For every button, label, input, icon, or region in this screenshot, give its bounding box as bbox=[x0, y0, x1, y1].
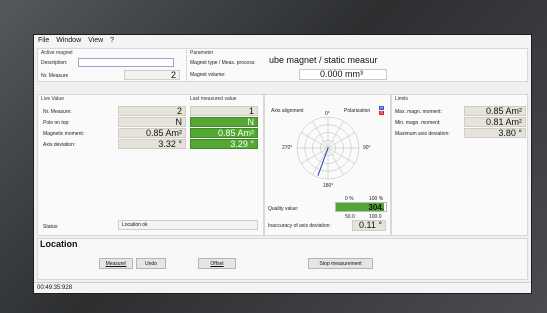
max-axis-dev-value: 3.80 ° bbox=[464, 128, 526, 138]
quality-label: Quality value: bbox=[268, 206, 299, 212]
deg-180-label: 180° bbox=[323, 183, 334, 189]
deg-270-label: 270° bbox=[282, 145, 293, 151]
axis-needle bbox=[317, 147, 329, 176]
live-axis-dev-value: 3.32 ° bbox=[118, 139, 186, 149]
polar-spoke bbox=[312, 147, 329, 175]
menu-file[interactable]: File bbox=[38, 35, 49, 47]
live-value-title: Live Value bbox=[41, 96, 64, 102]
polar-spoke bbox=[327, 147, 344, 175]
last-pole-value: N bbox=[190, 117, 258, 127]
limits-panel: Limits Max. magn. moment: 0.85 Am² Min. … bbox=[391, 94, 528, 236]
status-bar: 00:49:35:928 bbox=[34, 282, 531, 293]
deg-90-label: 90° bbox=[363, 145, 371, 151]
last-measured-title: Last measured value bbox=[190, 96, 237, 102]
max-moment-label: Max. magn. moment: bbox=[395, 109, 442, 115]
live-moment-label: Magnetic moment: bbox=[43, 131, 85, 137]
max-axis-dev-label: Maximum axis deviation: bbox=[395, 131, 450, 137]
parameter-panel: Parameter Magnet type / Meas. process: u… bbox=[186, 48, 528, 82]
magnet-volume-value: 0.000 mm³ bbox=[299, 69, 387, 80]
undo-button[interactable]: Undo bbox=[136, 258, 166, 269]
active-magnet-panel: Active magnet Description: Nr. Measure 2 bbox=[37, 48, 187, 82]
polar-spoke bbox=[301, 147, 329, 164]
axis-alignment-label: Axis alignment bbox=[271, 108, 304, 114]
stop-measurement-button[interactable]: Stop measurement bbox=[308, 258, 373, 269]
polar-spoke bbox=[327, 147, 355, 164]
live-pole-label: Pole on top: bbox=[43, 120, 70, 126]
polarization-label: Polarization bbox=[344, 108, 371, 114]
description-label: Description: bbox=[41, 60, 68, 66]
min-moment-label: Min. magn. moment: bbox=[395, 120, 441, 126]
nr-measure-value: 2 bbox=[124, 70, 180, 80]
last-nr-measure-value: 1 bbox=[190, 106, 258, 116]
inaccuracy-label: Inaccuracy of axis deviation: bbox=[268, 223, 331, 229]
magnet-volume-label: Magnet volume: bbox=[190, 72, 226, 78]
nr-measure-label: Nr. Measure bbox=[41, 73, 69, 79]
axis-polar-plot bbox=[296, 116, 360, 180]
status-label: Status: bbox=[43, 224, 59, 230]
inaccuracy-value: 0.11 ° bbox=[352, 220, 386, 231]
magnet-type-value: ube magnet / static measur bbox=[269, 56, 378, 65]
deg-0-label: 0° bbox=[325, 111, 330, 117]
parameter-title: Parameter bbox=[190, 50, 214, 56]
location-title: Location bbox=[40, 239, 78, 249]
axis-panel: Axis alignment Polarization N S 0° 90° 1… bbox=[264, 94, 391, 236]
polar-spoke bbox=[301, 132, 329, 149]
live-pole-value: N bbox=[118, 117, 186, 127]
magnet-type-label: Magnet type / Meas. process: bbox=[190, 60, 256, 66]
status-value: Location ok bbox=[118, 220, 258, 230]
footer-time: 00:49:35:928 bbox=[37, 285, 73, 291]
description-input[interactable] bbox=[78, 58, 174, 67]
location-panel: Location Measure! Undo Offset Stop measu… bbox=[37, 238, 528, 280]
live-value-panel: Live Value Last measured value Nr. Measu… bbox=[37, 94, 264, 236]
quality-bar: 304. bbox=[335, 202, 387, 212]
measure-button[interactable]: Measure! bbox=[99, 258, 133, 269]
active-magnet-title: Active magnet bbox=[41, 50, 73, 56]
limits-title: Limits bbox=[395, 96, 409, 102]
polar-spoke bbox=[312, 121, 329, 149]
last-axis-dev-value: 3.29 ° bbox=[190, 139, 258, 149]
live-axis-dev-label: Axis deviation: bbox=[43, 142, 76, 148]
app-window: File Window View ? Active magnet Descrip… bbox=[33, 34, 532, 294]
live-nr-measure-value: 2 bbox=[118, 106, 186, 116]
polar-spoke bbox=[327, 132, 355, 149]
menu-bar: File Window View ? bbox=[34, 35, 531, 47]
max-moment-value: 0.85 Am² bbox=[464, 106, 526, 116]
offset-button[interactable]: Offset bbox=[198, 258, 236, 269]
menu-help[interactable]: ? bbox=[110, 35, 114, 47]
polar-spoke bbox=[327, 121, 344, 149]
menu-view[interactable]: View bbox=[88, 35, 103, 47]
quality-value: 304. bbox=[368, 203, 384, 212]
live-moment-value: 0.85 Am² bbox=[118, 128, 186, 138]
polarization-south-indicator: S bbox=[379, 110, 384, 115]
live-nr-measure-label: Nr. Measure: bbox=[43, 109, 72, 115]
menu-window[interactable]: Window bbox=[56, 35, 81, 47]
last-moment-value: 0.85 Am² bbox=[190, 128, 258, 138]
min-moment-value: 0.81 Am² bbox=[464, 117, 526, 127]
